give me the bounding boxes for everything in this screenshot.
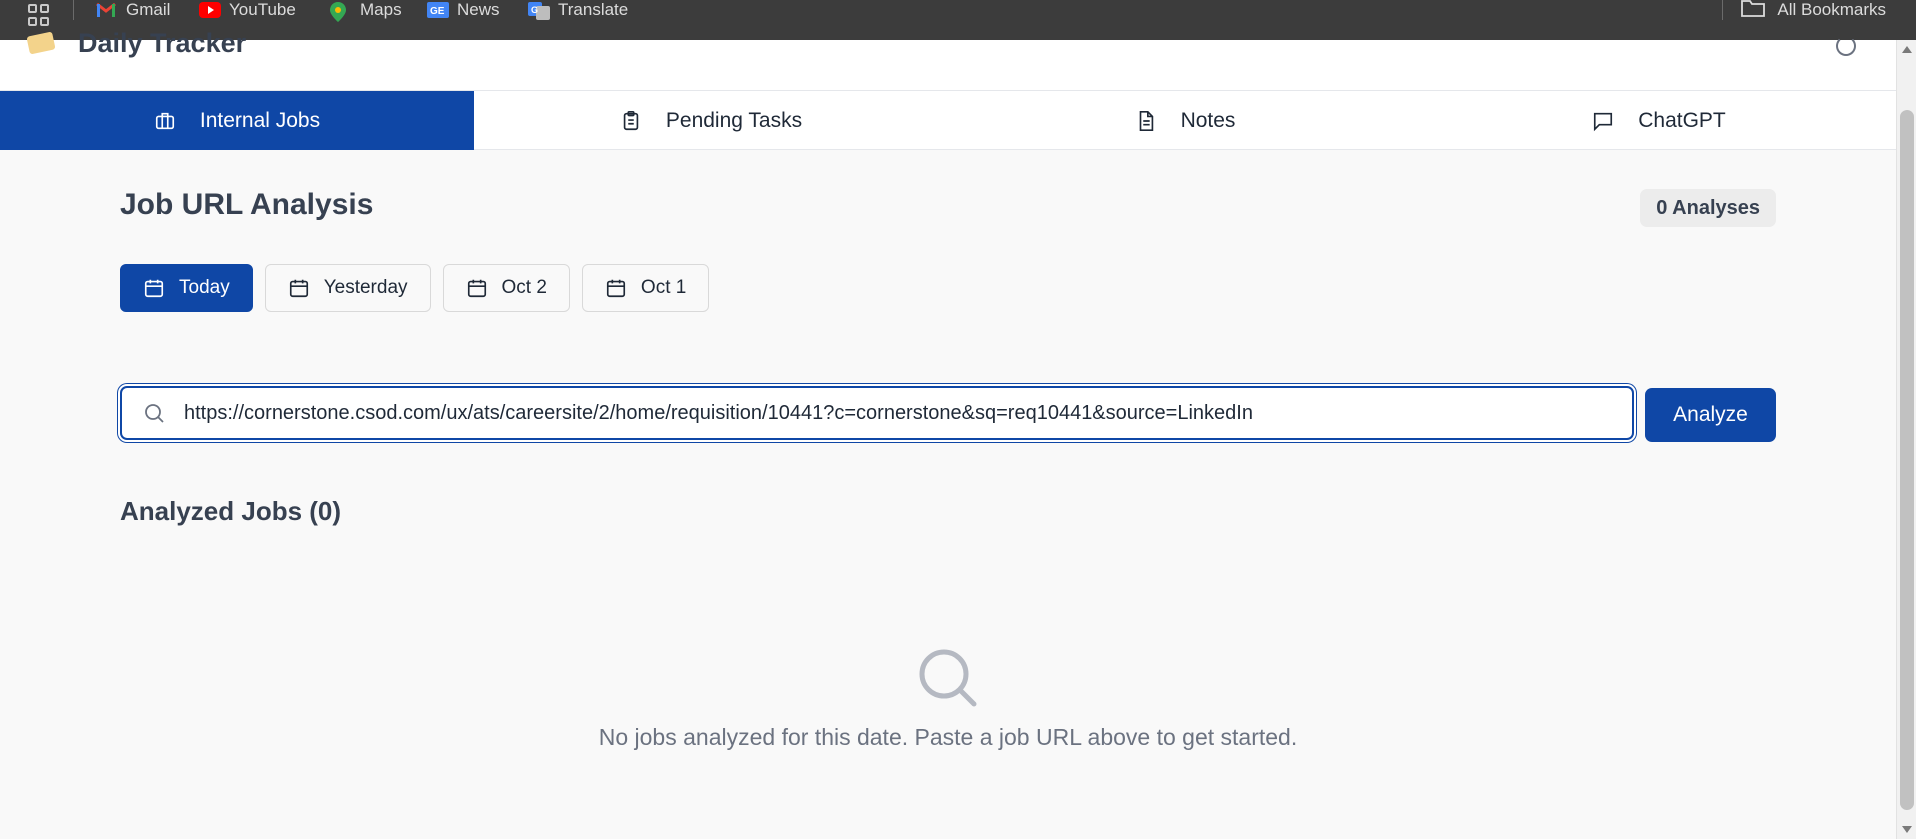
bookmark-youtube[interactable]: YouTube <box>199 0 296 20</box>
gmail-icon <box>96 2 116 18</box>
tab-pending-tasks[interactable]: Pending Tasks <box>474 91 948 150</box>
svg-text:G: G <box>531 5 538 15</box>
svg-text:GE: GE <box>430 6 445 17</box>
search-icon <box>145 404 164 423</box>
page: Daily Tracker Internal Jobs Pending Task… <box>0 28 1896 839</box>
date-button-label: Oct 2 <box>501 277 547 298</box>
bookmark-gmail[interactable]: Gmail <box>96 0 170 20</box>
youtube-icon <box>199 2 221 18</box>
date-button-label: Oct 1 <box>640 277 687 298</box>
analyze-button[interactable]: Analyze <box>1645 388 1776 442</box>
date-button-oct-1[interactable]: Oct 1 <box>581 264 710 312</box>
all-bookmarks[interactable]: All Bookmarks <box>1741 0 1886 20</box>
tab-chatgpt[interactable]: ChatGPT <box>1422 91 1896 150</box>
folder-icon <box>1741 0 1766 22</box>
news-icon: GE <box>427 2 449 18</box>
date-filter-group: Today Yesterday Oct 2 Oct 1 <box>120 264 710 312</box>
bookmark-translate[interactable]: G Translate <box>528 0 628 20</box>
page-title: Job URL Analysis <box>120 188 374 221</box>
bookmarks-bar: Gmail YouTube Maps GE News G Translate A… <box>0 0 1916 40</box>
clipboard-icon <box>623 110 639 130</box>
briefcase-icon <box>155 112 174 129</box>
date-button-oct-2[interactable]: Oct 2 <box>442 264 570 312</box>
bookmarks-separator <box>73 0 74 20</box>
bookmark-maps[interactable]: Maps <box>330 0 402 22</box>
refresh-icon[interactable] <box>1836 36 1856 56</box>
date-button-yesterday[interactable]: Yesterday <box>264 264 431 312</box>
bookmark-label: Translate <box>558 0 629 19</box>
empty-state-message: No jobs analyzed for this date. Paste a … <box>598 724 1298 750</box>
tab-internal-jobs[interactable]: Internal Jobs <box>0 91 474 150</box>
scrollbar-thumb[interactable] <box>1900 110 1914 810</box>
apps-grid-icon[interactable] <box>28 4 50 26</box>
translate-icon: G <box>528 2 550 20</box>
tab-label: Notes <box>1180 108 1236 132</box>
calendar-icon <box>467 279 486 298</box>
analyzed-jobs-heading: Analyzed Jobs (0) <box>120 496 342 526</box>
analyses-count-badge: 0 Analyses <box>1640 189 1776 227</box>
empty-state: No jobs analyzed for this date. Paste a … <box>120 646 1776 751</box>
maps-icon <box>330 2 350 22</box>
bookmark-news[interactable]: GE News <box>427 0 500 20</box>
bookmark-label: Maps <box>360 0 402 19</box>
scroll-down-arrow-icon[interactable] <box>1902 826 1912 833</box>
calendar-icon <box>606 279 625 298</box>
bookmark-label: YouTube <box>229 0 296 19</box>
calendar-icon <box>289 279 308 298</box>
date-button-label: Yesterday <box>323 277 408 298</box>
tab-label: ChatGPT <box>1638 108 1726 132</box>
page-scrollbar[interactable] <box>1896 40 1916 839</box>
notepad-icon <box>26 31 56 55</box>
tab-notes[interactable]: Notes <box>948 91 1422 150</box>
document-icon <box>1139 110 1153 131</box>
bookmarks-separator <box>1722 0 1723 20</box>
tab-label: Pending Tasks <box>665 108 803 132</box>
date-button-today[interactable]: Today <box>120 264 253 312</box>
app-header: Daily Tracker <box>0 28 1896 91</box>
date-button-label: Today <box>179 277 230 298</box>
search-icon <box>919 649 977 707</box>
tab-label: Internal Jobs <box>199 108 321 132</box>
scroll-up-arrow-icon[interactable] <box>1902 46 1912 53</box>
calendar-icon <box>144 279 164 298</box>
bookmark-label: Gmail <box>126 0 171 19</box>
url-input-wrapper <box>120 386 1634 440</box>
tab-bar: Internal Jobs Pending Tasks Notes ChatGP… <box>0 91 1896 150</box>
bookmark-label: News <box>457 0 500 19</box>
app-title: Daily Tracker <box>78 28 247 58</box>
job-url-input[interactable] <box>184 401 1624 425</box>
chat-icon <box>1594 112 1613 131</box>
all-bookmarks-label: All Bookmarks <box>1777 0 1886 19</box>
